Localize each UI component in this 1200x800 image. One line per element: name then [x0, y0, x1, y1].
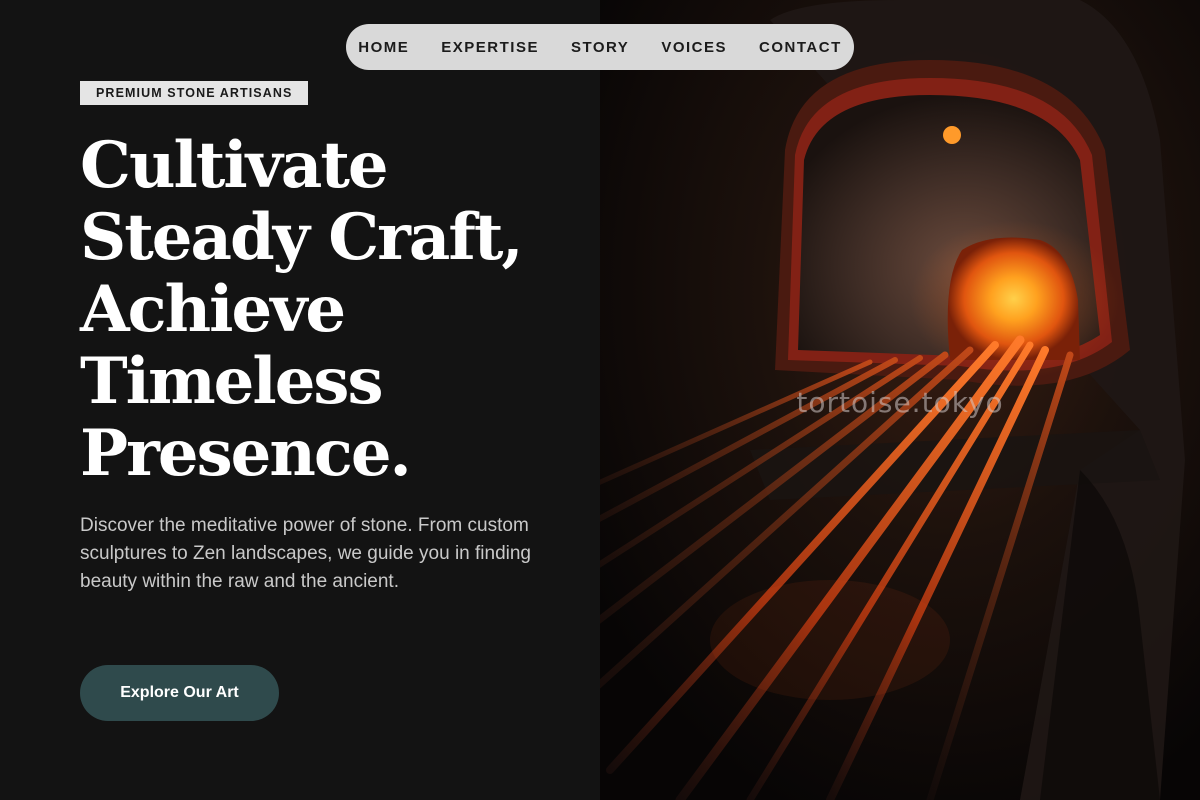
nav-item-contact[interactable]: CONTACT [759, 39, 842, 56]
nav-item-voices[interactable]: VOICES [661, 39, 727, 56]
headline-line: Presence. [80, 416, 412, 491]
hero-intro: Discover the meditative power of stone. … [80, 515, 531, 592]
hero-headline: Cultivate Steady Craft, Achieve Timeless… [80, 130, 550, 490]
headline-line: Cultivate [80, 128, 389, 203]
hero-text-panel: PREMIUM STONE ARTISANS Cultivate Steady … [0, 0, 600, 800]
hero-furnace-image: tortoise.tokyo [600, 0, 1200, 800]
main-nav: HOME EXPERTISE STORY VOICES CONTACT [346, 24, 854, 70]
furnace-illustration [600, 0, 1200, 800]
nav-item-expertise[interactable]: EXPERTISE [441, 39, 539, 56]
explore-our-art-button[interactable]: Explore Our Art [80, 665, 279, 721]
headline-line: Steady Craft, [80, 200, 524, 275]
headline-line: Timeless [80, 344, 383, 419]
nav-item-home[interactable]: HOME [358, 39, 409, 56]
hero-tag: PREMIUM STONE ARTISANS [80, 81, 309, 105]
nav-item-story[interactable]: STORY [571, 39, 629, 56]
hero-page: PREMIUM STONE ARTISANS Cultivate Steady … [0, 0, 1200, 800]
headline-line: Achieve [80, 272, 346, 347]
